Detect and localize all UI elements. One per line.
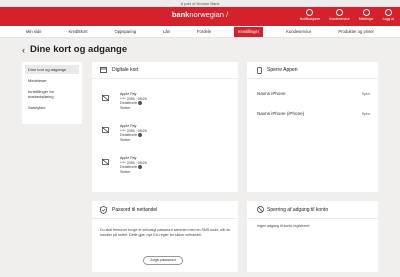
- device-row: Navns iPhone Sperr: [257, 89, 370, 99]
- info-icon: [138, 165, 143, 170]
- nav-item-innstillinger[interactable]: Innstillinger: [234, 27, 264, 37]
- device-name: Navns iPhone: [257, 91, 286, 96]
- card-off-icon: [102, 95, 109, 101]
- customer-service-button[interactable]: Kundeservice: [329, 9, 350, 24]
- nav-item-kundeservice[interactable]: Kundeservice: [282, 27, 315, 37]
- block-device-button[interactable]: Sperr: [362, 109, 370, 119]
- block-app-title: Sperre Appen: [267, 67, 298, 73]
- nav-item-produkter[interactable]: Produkter og priser: [334, 27, 378, 37]
- device-name: Navns iPhone (iPhone): [257, 111, 305, 116]
- nav-item-fordele[interactable]: Fordele: [193, 27, 215, 37]
- page-header: ‹ Dine kort og adgange: [22, 44, 127, 55]
- header: banknorwegian / Notifikasjoner Kundeserv…: [0, 7, 400, 26]
- info-icon: [138, 101, 143, 106]
- phone-icon: [257, 67, 262, 74]
- notifications-label: Notifikasjoner: [299, 17, 321, 21]
- card-icon: [100, 67, 107, 73]
- card-off-icon: [102, 159, 109, 165]
- digital-card-action[interactable]: Sletter: [120, 138, 147, 143]
- digital-card-action[interactable]: Sletter: [120, 106, 147, 111]
- nav-item-oppsparing[interactable]: Oppsparing: [110, 27, 140, 37]
- set-password-button[interactable]: Angiv password: [143, 256, 183, 265]
- brand-name-rest: norwegian: [189, 10, 224, 19]
- sidebar-item-medeleser[interactable]: Medeleser: [25, 76, 79, 85]
- notifications-button[interactable]: Notifikasjoner: [299, 9, 321, 24]
- logout-label: Logg ut: [382, 17, 394, 21]
- nav-item-kredittkort[interactable]: Kredittkort: [64, 27, 91, 37]
- digital-cards-card: Digitale kort Apple Pay **** 2055 · 05/2…: [92, 62, 238, 192]
- account-access-card: Sperring af adgang til konto Ingen adgan…: [247, 201, 378, 272]
- back-chevron-icon[interactable]: ‹: [22, 45, 25, 55]
- sidebar-item-samtykke[interactable]: Samtykke: [25, 103, 79, 112]
- sidebar-item-markedsforing[interactable]: Innstillinger for markedsføring: [25, 87, 79, 101]
- device-row: Navns iPhone (iPhone) Sperr: [257, 109, 370, 119]
- customer-service-label: Kundeservice: [329, 17, 350, 21]
- top-strip: A part of Norske Bank: [0, 0, 400, 7]
- account-access-title: Sperring af adgang til konto: [267, 207, 329, 213]
- messages-label: Meldinger: [358, 17, 374, 21]
- digital-card-action[interactable]: Sletter: [120, 170, 147, 175]
- password-title: Passord til nettandel: [112, 207, 158, 213]
- logout-icon: [384, 9, 392, 16]
- mail-icon: [362, 9, 370, 16]
- messages-button[interactable]: Meldinger: [359, 9, 374, 24]
- block-app-card: Sperre Appen Navns iPhone Sperr Navns iP…: [247, 62, 378, 192]
- main-nav: Min side Kredittkort Oppsparing Lån Ford…: [0, 26, 400, 38]
- nav-item-min-side[interactable]: Min side: [22, 27, 46, 37]
- header-icons: Notifikasjoner Kundeservice Meldinger Lo…: [300, 9, 394, 24]
- brand-logo[interactable]: banknorwegian /: [150, 10, 250, 19]
- logout-button[interactable]: Logg ut: [383, 9, 394, 24]
- headset-icon: [336, 9, 343, 16]
- brand-suffix: /: [226, 10, 229, 19]
- block-icon: [257, 206, 264, 213]
- block-device-button[interactable]: Sperr: [362, 89, 370, 99]
- info-icon: [138, 133, 143, 138]
- password-card: Passord til nettandel Du skal fremover b…: [92, 201, 238, 272]
- page-title: Dine kort og adgange: [30, 44, 128, 55]
- digital-card-item: Apple Pay **** 2055 · 05/25 Deaktivere S…: [102, 92, 222, 114]
- bell-icon: [306, 9, 314, 16]
- shield-icon: [100, 206, 107, 214]
- digital-card-item: Apple Pay **** 2055 · 05/25 Deaktivere S…: [102, 124, 222, 146]
- sidebar: Dine kort og adgange Medeleser Innstilli…: [22, 62, 82, 124]
- nav-item-lan[interactable]: Lån: [159, 27, 174, 37]
- digital-cards-title: Digitale kort: [112, 67, 139, 73]
- digital-card-item: Apple Pay **** 2055 · 05/25 Deaktivere S…: [102, 156, 222, 178]
- sidebar-item-kort[interactable]: Dine kort og adgange: [25, 65, 79, 74]
- card-off-icon: [102, 127, 109, 133]
- brand-name-bold: bank: [171, 10, 190, 19]
- account-access-text: Ingen adgang til konto registreret: [257, 224, 310, 228]
- password-description: Du skal fremover bruge et selvvalgt pass…: [100, 228, 231, 237]
